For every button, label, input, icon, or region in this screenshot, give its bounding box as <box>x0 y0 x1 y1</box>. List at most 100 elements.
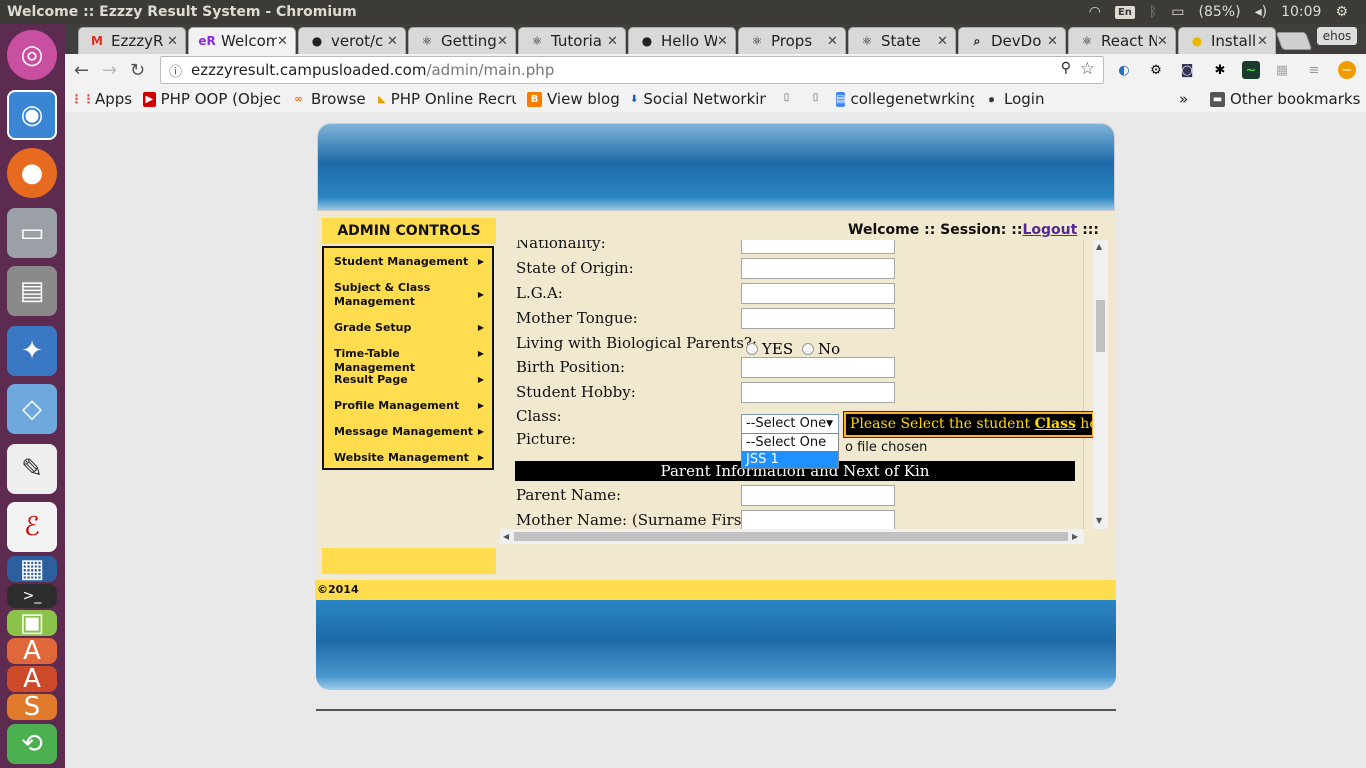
bookmark-php-online[interactable]: ◣ PHP Online Recru <box>378 90 516 108</box>
forward-icon[interactable]: → <box>102 60 117 81</box>
menu-profile-management[interactable]: Profile Management ▶ <box>334 399 484 413</box>
radio-no[interactable]: No <box>802 340 840 358</box>
pdf-viewer-icon[interactable]: ℰ <box>7 502 57 552</box>
lga-input[interactable] <box>741 283 895 304</box>
close-icon[interactable]: ✕ <box>937 34 955 49</box>
sublime-icon[interactable]: S <box>7 692 57 722</box>
key-icon[interactable]: ⚲ <box>1061 60 1071 76</box>
mother-tongue-input[interactable] <box>741 308 895 329</box>
state-of-origin-input[interactable] <box>741 258 895 279</box>
mother-name-input[interactable] <box>741 510 895 529</box>
tab-ezzzy-gmail[interactable]: M EzzzyR ✕ <box>78 27 186 54</box>
page-info-icon[interactable]: ⓘ <box>169 61 182 80</box>
birth-position-input[interactable] <box>741 357 895 378</box>
tab-installing[interactable]: ● Installi ✕ <box>1178 27 1276 54</box>
clock[interactable]: 10:09 <box>1281 4 1321 20</box>
close-icon[interactable]: ✕ <box>1257 34 1275 49</box>
form-vertical-scrollbar[interactable]: ▲ ▼ <box>1093 240 1108 529</box>
bluetooth-icon[interactable]: ᛒ <box>1149 4 1157 20</box>
bookmarks-overflow[interactable]: » <box>1179 90 1188 108</box>
close-icon[interactable]: ✕ <box>277 34 295 49</box>
chromium-icon[interactable]: ◉ <box>7 90 57 140</box>
ubuntu-dash-icon[interactable]: ◎ <box>7 30 57 80</box>
extension-gear-icon[interactable]: ⚙ <box>1147 61 1165 79</box>
bookmark-collegenetwrking[interactable]: ▤ collegenetwrking <box>836 90 974 108</box>
scroll-left-icon[interactable]: ◀ <box>503 532 509 541</box>
settings-gear-icon[interactable]: ⚙ <box>1335 4 1348 20</box>
student-hobby-input[interactable] <box>741 382 895 403</box>
battery-level[interactable]: (85%) <box>1199 4 1241 20</box>
extension-3-icon[interactable]: ◙ <box>1178 61 1196 79</box>
nationality-input[interactable] <box>741 240 895 254</box>
extension-6-icon[interactable]: ▦ <box>1273 61 1291 79</box>
scroll-up-icon[interactable]: ▲ <box>1096 242 1102 251</box>
volume-icon[interactable]: ◂) <box>1255 4 1268 20</box>
radio-circle[interactable] <box>802 343 814 355</box>
back-icon[interactable]: ← <box>74 60 89 81</box>
bookmark-apps[interactable]: ⋮⋮ Apps <box>75 90 132 108</box>
radio-yes[interactable]: YES <box>746 340 793 358</box>
virtualbox-icon[interactable]: ◇ <box>7 384 57 434</box>
scroll-down-icon[interactable]: ▼ <box>1096 516 1102 525</box>
scroll-thumb[interactable] <box>514 532 1068 541</box>
battery-icon[interactable]: ▭ <box>1171 4 1184 20</box>
scroll-right-icon[interactable]: ▶ <box>1072 532 1078 541</box>
class-option-highlighted[interactable]: JSS 1 <box>742 451 838 468</box>
close-icon[interactable]: ✕ <box>1047 34 1065 49</box>
tab-hello[interactable]: ● Hello W ✕ <box>628 27 736 54</box>
menu-student-management[interactable]: Student Management ▶ <box>334 255 484 269</box>
class-option[interactable]: --Select One <box>742 434 838 451</box>
wifi-icon[interactable]: ◠ <box>1089 4 1101 20</box>
extension-7-icon[interactable]: ≡ <box>1305 61 1323 79</box>
tab-welcome[interactable]: eRWelcome✕ <box>188 27 296 54</box>
menu-message-management[interactable]: Message Management ▶ <box>334 425 484 439</box>
tab-tutorial[interactable]: ⚛ Tutoria ✕ <box>518 27 626 54</box>
bookmark-view-blog[interactable]: B View blog <box>527 90 620 108</box>
trash-icon[interactable]: ⟲ <box>7 724 57 764</box>
new-tab-button[interactable] <box>1275 32 1313 50</box>
firefox-icon[interactable]: ● <box>7 148 57 198</box>
scroll-thumb[interactable] <box>1096 300 1105 352</box>
class-select[interactable]: --Select One ▼ <box>741 414 839 434</box>
close-icon[interactable]: ✕ <box>387 34 405 49</box>
close-icon[interactable]: ✕ <box>717 34 735 49</box>
close-icon[interactable]: ✕ <box>1157 34 1175 49</box>
disk-icon[interactable]: ▭ <box>7 208 57 258</box>
menu-website-management[interactable]: Website Management ▶ <box>334 451 484 465</box>
tab-state[interactable]: ⚛ State ✕ <box>848 27 956 54</box>
logout-link[interactable]: Logout <box>1022 222 1077 238</box>
menu-result-page[interactable]: Result Page ▶ <box>334 373 484 387</box>
menu-icon[interactable]: − <box>1338 61 1356 79</box>
extension-1-icon[interactable]: ◐ <box>1115 61 1133 79</box>
keyboard-layout-indicator[interactable]: En <box>1114 5 1135 19</box>
profile-button[interactable]: ehos <box>1317 27 1357 45</box>
close-icon[interactable]: ✕ <box>497 34 515 49</box>
file-manager-icon[interactable]: ▤ <box>7 266 57 316</box>
extension-5-icon[interactable]: ~ <box>1242 61 1260 79</box>
bookmark-social-networking[interactable]: ⬇ Social Networkin <box>630 90 766 108</box>
text-editor-icon[interactable]: ✎ <box>7 444 57 494</box>
close-icon[interactable]: ✕ <box>167 34 185 49</box>
other-bookmarks[interactable]: ▬ Other bookmarks <box>1210 90 1360 108</box>
tab-getting[interactable]: ⚛ Getting ✕ <box>408 27 516 54</box>
tab-devdocs[interactable]: ⌕ DevDo ✕ <box>958 27 1066 54</box>
close-icon[interactable]: ✕ <box>827 34 845 49</box>
tab-verot[interactable]: ● verot/c ✕ <box>298 27 406 54</box>
bookmark-browse[interactable]: ∞ Browse <box>291 90 365 108</box>
bookmark-php-oop[interactable]: ▶ PHP OOP (Objec <box>143 90 281 108</box>
extension-bug-icon[interactable]: ✱ <box>1211 61 1229 79</box>
menu-subject-class-management[interactable]: Subject & Class Management ▶ <box>334 281 484 309</box>
reload-icon[interactable]: ↻ <box>130 60 145 81</box>
document-viewer-icon[interactable]: ▦ <box>7 554 57 584</box>
form-horizontal-scrollbar[interactable]: ◀ ▶ <box>500 529 1084 544</box>
radio-circle[interactable] <box>746 343 758 355</box>
updates-icon[interactable]: A <box>7 664 57 694</box>
parent-name-input[interactable] <box>741 485 895 506</box>
terminal-icon[interactable]: >_ <box>7 584 57 608</box>
bookmark-login[interactable]: ๑ Login <box>984 90 1044 108</box>
tab-react-native[interactable]: ⚛ React N ✕ <box>1068 27 1176 54</box>
tab-props[interactable]: ⚛ Props ✕ <box>738 27 846 54</box>
browser-compass-icon[interactable]: ✦ <box>7 326 57 376</box>
software-center-icon[interactable]: A <box>7 636 57 666</box>
bookmark-page-1[interactable]: ▯ <box>779 90 799 105</box>
